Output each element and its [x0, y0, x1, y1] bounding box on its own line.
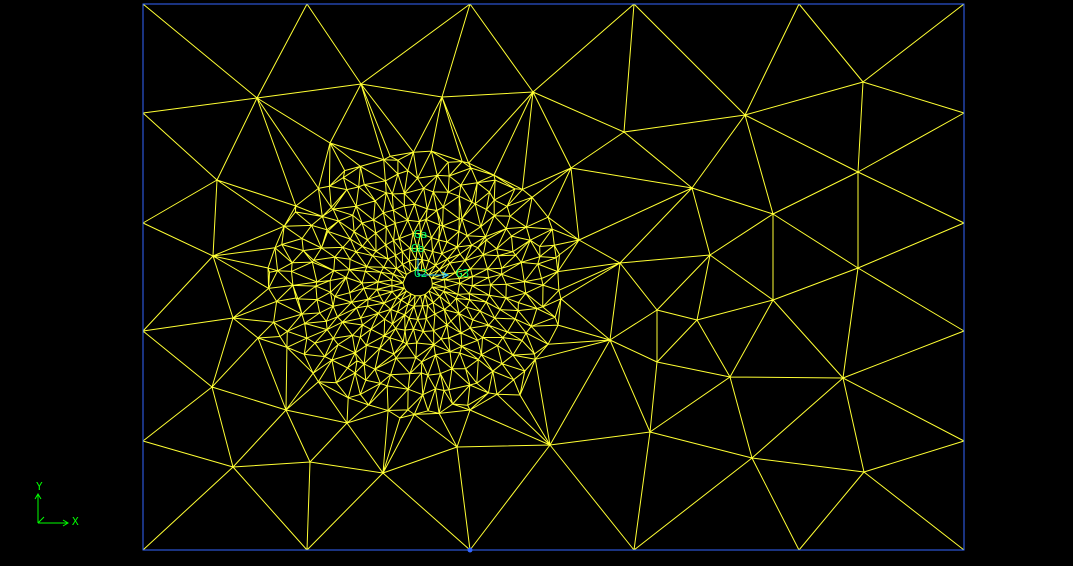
- mesh-viewport[interactable]: Ga Gb G2 G3 X Y: [0, 0, 1073, 562]
- x-axis-label: X: [72, 515, 79, 528]
- y-axis-label: Y: [36, 480, 43, 493]
- node-label: G3: [456, 267, 470, 280]
- node-label: G2: [414, 267, 428, 280]
- node-label: Gb: [411, 242, 425, 255]
- axis-triad-icon: [34, 493, 69, 527]
- boundary-node-marker: [467, 547, 473, 553]
- node-label: Ga: [414, 228, 428, 241]
- mesh-edges: [142, 3, 965, 551]
- mesh-canvas[interactable]: [0, 0, 1073, 562]
- domain-boundary: [142, 3, 965, 551]
